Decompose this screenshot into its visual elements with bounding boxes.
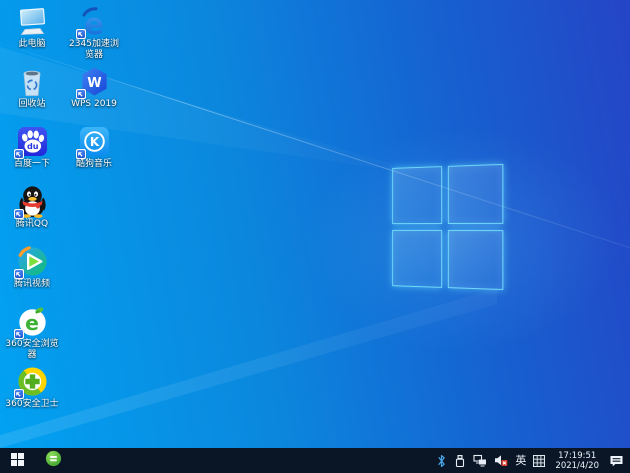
windows-start-icon	[10, 451, 24, 470]
windows-logo-pane	[447, 230, 504, 291]
desktop-icon-label: 2345加速浏览器	[69, 39, 119, 60]
desktop-icon-360-safe[interactable]: 360安全卫士	[1, 362, 63, 422]
360-browser-icon: e	[13, 305, 49, 339]
svg-text:e: e	[84, 7, 104, 38]
shortcut-arrow-icon	[13, 149, 24, 159]
shortcut-arrow-icon	[75, 149, 86, 159]
desktop-icon-wps[interactable]: W WPS 2019	[63, 62, 125, 122]
shortcut-arrow-icon	[13, 209, 24, 219]
windows-logo-pane	[392, 166, 443, 225]
shortcut-arrow-icon	[75, 89, 86, 99]
system-tray: 英 17:19:51 2021/4/20	[436, 448, 630, 473]
desktop-icon-label: 回收站	[18, 99, 46, 109]
shortcut-arrow-icon	[13, 329, 24, 339]
svg-text:W: W	[87, 76, 101, 91]
ime-grid-icon[interactable]	[533, 454, 546, 467]
svg-text:e: e	[25, 311, 39, 335]
desktop-icon-baidu[interactable]: du 百度一下	[1, 122, 63, 182]
volume-muted-icon[interactable]	[494, 454, 508, 467]
windows-logo-pane	[392, 229, 443, 288]
bluetooth-icon[interactable]	[436, 454, 447, 468]
clock-date: 2021/4/20	[555, 460, 599, 471]
recycle-bin-icon	[16, 65, 49, 98]
desktop-icon-recycle-bin[interactable]: 回收站	[1, 62, 63, 122]
desktop-icon-label: 百度一下	[13, 159, 50, 169]
desktop-icon-grid: 此电脑 回收站 du 百度一下 腾讯QQ 腾讯视频 e 360安全浏览器 360…	[1, 2, 125, 422]
this-pc-icon	[16, 5, 49, 38]
taskbar-clock[interactable]: 17:19:51 2021/4/20	[552, 451, 602, 471]
shortcut-arrow-icon	[13, 269, 24, 279]
desktop-icon-label: WPS 2019	[71, 99, 117, 109]
clock-time: 17:19:51	[558, 450, 597, 461]
ime-language-indicator[interactable]: 英	[515, 448, 526, 473]
desktop-icon-label: 腾讯QQ	[15, 219, 49, 229]
2345-browser-icon: e	[75, 5, 111, 39]
desktop-icon-label: 360安全卫士	[5, 399, 59, 409]
usb-device-icon[interactable]	[454, 454, 466, 468]
tencent-video-icon	[13, 245, 49, 279]
baidu-icon: du	[13, 125, 49, 159]
desktop-icon-label: 腾讯视频	[13, 279, 50, 289]
start-button[interactable]	[0, 448, 34, 473]
desktop-icon-this-pc[interactable]: 此电脑	[1, 2, 63, 62]
svg-text:du: du	[26, 141, 38, 151]
wps-icon: W	[75, 65, 111, 99]
shortcut-arrow-icon	[13, 389, 24, 399]
svg-text:K: K	[89, 135, 99, 149]
taskbar: 英 17:19:51 2021/4/20	[0, 448, 630, 473]
desktop-icon-tencent-video[interactable]: 腾讯视频	[1, 242, 63, 302]
desktop-icon-360-browser[interactable]: e 360安全浏览器	[1, 302, 63, 362]
desktop-icon-label: 360安全浏览器	[5, 339, 59, 360]
windows-logo	[392, 163, 504, 292]
desktop-icon-label: 此电脑	[18, 39, 46, 49]
360-safe-icon	[13, 365, 49, 399]
taskbar-pinned-360-browser[interactable]	[40, 448, 66, 473]
desktop-icon-2345-browser[interactable]: e 2345加速浏览器	[63, 2, 125, 62]
shortcut-arrow-icon	[75, 29, 86, 39]
qq-icon	[13, 185, 49, 219]
desktop-icon-kugou[interactable]: K 酷狗音乐	[63, 122, 125, 182]
desktop-icon-label: 酷狗音乐	[75, 159, 112, 169]
360-browser-taskbar-icon	[45, 450, 62, 471]
windows-logo-pane	[447, 163, 504, 224]
desktop-icon-qq[interactable]: 腾讯QQ	[1, 182, 63, 242]
kugou-icon: K	[75, 125, 111, 159]
action-center-icon[interactable]	[609, 454, 624, 468]
network-icon[interactable]	[473, 454, 487, 467]
